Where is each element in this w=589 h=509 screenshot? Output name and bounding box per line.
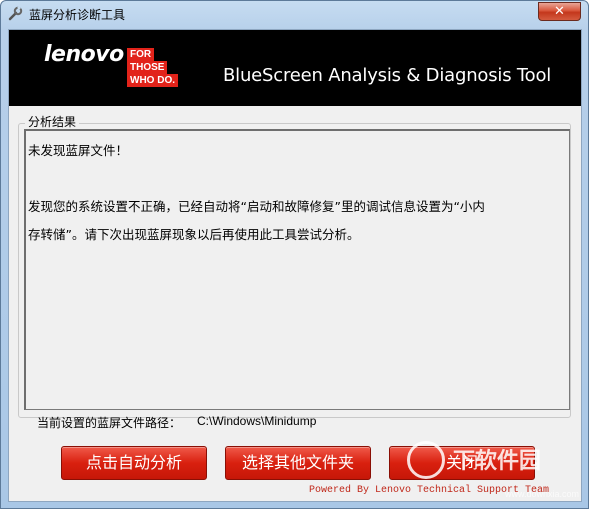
close-button[interactable]: 关闭 bbox=[389, 446, 535, 480]
lenovo-tagline: FOR THOSE WHO DO. bbox=[127, 48, 197, 87]
tagline-line: THOSE bbox=[127, 61, 168, 74]
window-close-button[interactable]: ✕ bbox=[538, 2, 581, 21]
dump-path-label: 当前设置的蓝屏文件路径： bbox=[37, 416, 182, 430]
title-bar[interactable]: 蓝屏分析诊断工具 ✕ bbox=[1, 1, 588, 27]
result-group-label: 分析结果 bbox=[25, 113, 80, 130]
client-area: lenovo FOR THOSE WHO DO. BlueScreen Anal… bbox=[8, 29, 582, 502]
lenovo-banner: lenovo FOR THOSE WHO DO. BlueScreen Anal… bbox=[9, 30, 581, 106]
close-icon: ✕ bbox=[554, 4, 565, 19]
result-text-area[interactable]: 未发现蓝屏文件！ 发现您的系统设置不正确，已经自动将“启动和故障修复”里的调试信… bbox=[24, 129, 570, 410]
result-line: 发现您的系统设置不正确，已经自动将“启动和故障修复”里的调试信息设置为“小内 bbox=[28, 199, 485, 214]
tagline-line: WHO DO. bbox=[127, 74, 178, 87]
result-line bbox=[28, 165, 567, 193]
result-line: 存转储”。请下次出现蓝屏现象以后再使用此工具尝试分析。 bbox=[28, 227, 360, 242]
dump-path-value: C:\Windows\Minidump bbox=[197, 414, 317, 428]
footer-credit: Powered By Lenovo Technical Support Team bbox=[309, 485, 550, 496]
wrench-icon bbox=[8, 6, 23, 21]
tagline-line: FOR bbox=[127, 48, 155, 61]
app-window: 蓝屏分析诊断工具 ✕ lenovo FOR THOSE WHO DO. Blue… bbox=[0, 0, 589, 509]
auto-analyze-button[interactable]: 点击自动分析 bbox=[61, 446, 207, 480]
banner-title: BlueScreen Analysis & Diagnosis Tool bbox=[223, 65, 552, 86]
lenovo-logo: lenovo bbox=[44, 42, 124, 67]
result-line: 未发现蓝屏文件！ bbox=[28, 143, 129, 158]
window-title: 蓝屏分析诊断工具 bbox=[29, 8, 126, 22]
choose-folder-button[interactable]: 选择其他文件夹 bbox=[225, 446, 371, 480]
